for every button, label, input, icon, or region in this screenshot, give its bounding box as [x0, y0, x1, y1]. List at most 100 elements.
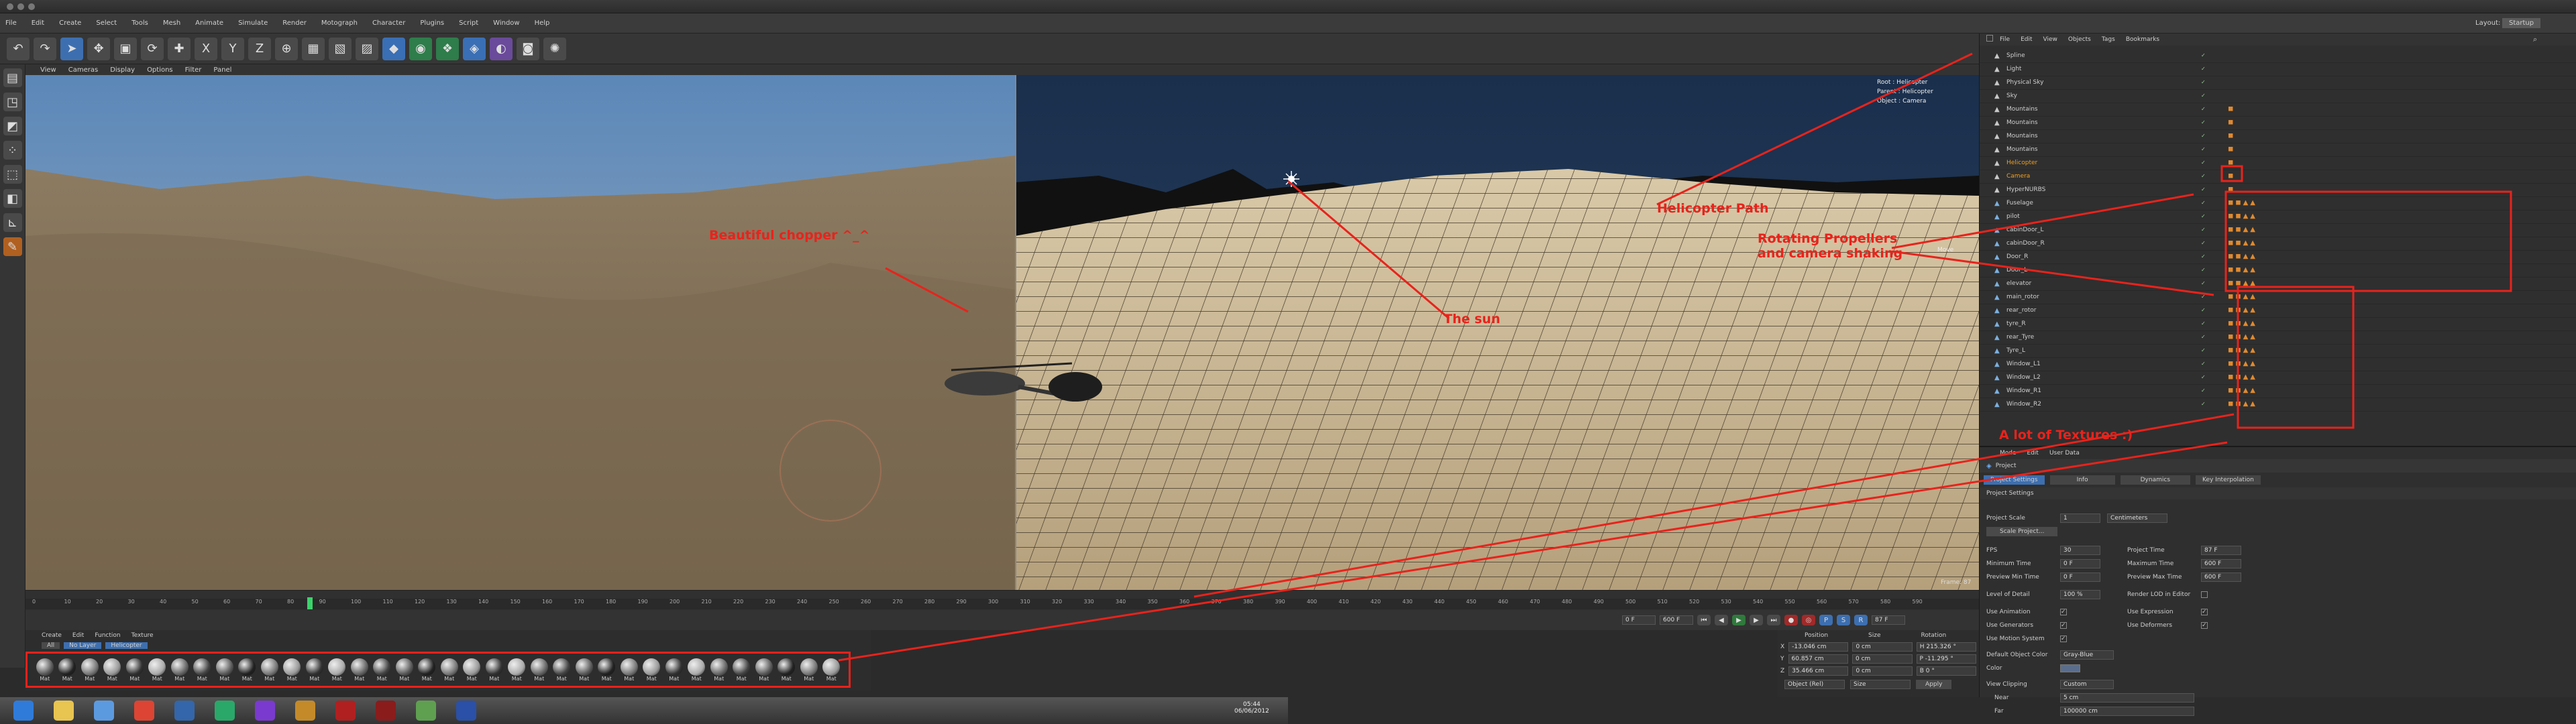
material-item[interactable]: Mat — [148, 658, 167, 682]
object-tags[interactable]: ◼◼▲▲ — [2228, 293, 2257, 300]
object-tags[interactable]: ◼◼▲▲ — [2228, 280, 2257, 287]
om-menu-tags[interactable]: Tags — [2102, 36, 2115, 43]
material-item[interactable]: Mat — [283, 658, 302, 682]
prev-frame-icon[interactable]: ◀ — [1715, 615, 1728, 625]
default-color-select[interactable]: Gray-Blue — [2060, 650, 2114, 660]
object-tags[interactable]: ◼ — [2228, 145, 2235, 153]
visibility-check-icon[interactable]: ✓ — [2201, 93, 2206, 99]
menu-edit[interactable]: Edit — [32, 19, 44, 27]
visibility-check-icon[interactable]: ✓ — [2201, 173, 2206, 179]
material-item[interactable]: Mat — [125, 658, 144, 682]
chrome-icon[interactable] — [134, 701, 154, 721]
object-tags[interactable]: ◼ — [2228, 159, 2235, 166]
z-axis-icon[interactable]: Z — [248, 37, 271, 60]
project-scale-unit[interactable]: Centimeters — [2107, 514, 2167, 523]
material-item[interactable]: Mat — [58, 658, 77, 682]
visibility-check-icon[interactable]: ✓ — [2201, 361, 2206, 367]
menu-file[interactable]: File — [5, 19, 17, 27]
app-lime-icon[interactable] — [416, 701, 436, 721]
visibility-check-icon[interactable]: ✓ — [2201, 133, 2206, 139]
object-tags[interactable]: ◼◼▲▲ — [2228, 333, 2257, 341]
object-tags[interactable]: ◼ — [2228, 132, 2235, 139]
last-frame-icon[interactable]: ⏭ — [1767, 615, 1780, 625]
coord-size-select[interactable]: Size — [1850, 680, 1911, 689]
material-item[interactable]: Mat — [328, 658, 347, 682]
coord-y-size[interactable]: 0 cm — [1852, 654, 1913, 664]
material-item[interactable]: Mat — [665, 658, 684, 682]
coord-z-rot[interactable]: B 0 ° — [1916, 666, 1977, 676]
layout-select[interactable]: Startup — [2502, 18, 2541, 28]
visibility-check-icon[interactable]: ✓ — [2201, 66, 2206, 72]
visibility-check-icon[interactable]: ✓ — [2201, 146, 2206, 152]
coord-y-rot[interactable]: P -11.295 ° — [1916, 654, 1976, 664]
menu-help[interactable]: Help — [535, 19, 550, 27]
mat-menu-edit[interactable]: Edit — [72, 632, 84, 639]
minimize-window-icon[interactable] — [17, 3, 24, 10]
redo-icon[interactable]: ↷ — [34, 37, 56, 60]
visibility-check-icon[interactable]: ✓ — [2201, 294, 2206, 300]
visibility-check-icon[interactable]: ✓ — [2201, 200, 2206, 206]
maximize-window-icon[interactable] — [28, 3, 35, 10]
object-tags[interactable]: ◼◼▲▲ — [2228, 306, 2257, 314]
om-menu-file[interactable]: File — [2000, 36, 2010, 43]
selection-icon[interactable]: ➤ — [60, 37, 83, 60]
object-tags[interactable]: ◼ — [2228, 105, 2235, 113]
object-row[interactable]: ▲ Sky ✓ — [1980, 90, 2576, 103]
texture-mode-icon[interactable]: ◩ — [3, 117, 22, 135]
material-item[interactable]: Mat — [440, 658, 459, 682]
object-tags[interactable]: ◼◼▲▲ — [2228, 239, 2257, 247]
render-view-icon[interactable]: ▦ — [302, 37, 325, 60]
object-row[interactable]: ▲ rear_Tyre ✓ ◼◼▲▲ — [1980, 331, 2576, 345]
material-item[interactable]: Mat — [36, 658, 54, 682]
visibility-check-icon[interactable]: ✓ — [2201, 267, 2206, 273]
object-tags[interactable]: ◼◼▲▲ — [2228, 253, 2257, 260]
om-expand-icon[interactable] — [1986, 35, 1993, 42]
object-tags[interactable]: ◼◼▲▲ — [2228, 387, 2257, 394]
use-deformers-checkbox[interactable]: ✓ — [2201, 622, 2208, 629]
deformer-icon[interactable]: ◈ — [463, 37, 486, 60]
menu-character[interactable]: Character — [372, 19, 405, 27]
material-item[interactable]: Mat — [215, 658, 234, 682]
object-row[interactable]: ▲ rear_rotor ✓ ◼◼▲▲ — [1980, 304, 2576, 318]
material-item[interactable]: Mat — [508, 658, 527, 682]
material-item[interactable]: Mat — [170, 658, 189, 682]
color-swatch[interactable] — [2060, 664, 2080, 672]
coord-x-size[interactable]: 0 cm — [1852, 642, 1913, 652]
material-item[interactable]: Mat — [103, 658, 122, 682]
render-picture-icon[interactable]: ▧ — [329, 37, 352, 60]
visibility-check-icon[interactable]: ✓ — [2201, 253, 2206, 259]
object-row[interactable]: ▲ Mountains ✓ ◼ — [1980, 130, 2576, 143]
object-tags[interactable]: ◼◼▲▲ — [2228, 347, 2257, 354]
om-menu-bookmarks[interactable]: Bookmarks — [2126, 36, 2159, 43]
mat-filter-all[interactable]: All — [42, 642, 60, 649]
material-item[interactable]: Mat — [373, 658, 392, 682]
om-menu-view[interactable]: View — [2043, 36, 2057, 43]
vp-menu-view[interactable]: View — [40, 66, 56, 74]
near-input[interactable]: 5 cm — [2060, 693, 2194, 703]
messenger-icon[interactable] — [174, 701, 195, 721]
mat-filter-helicopter[interactable]: Helicopter — [105, 642, 148, 649]
om-search-icon[interactable]: ⌕ — [2533, 35, 2537, 44]
material-item[interactable]: Mat — [755, 658, 773, 682]
view-clipping-select[interactable]: Custom — [2060, 680, 2114, 689]
start-icon[interactable] — [13, 701, 34, 721]
light-icon[interactable]: ✺ — [543, 37, 566, 60]
object-row[interactable]: ▲ cabinDoor_R ✓ ◼◼▲▲ — [1980, 237, 2576, 251]
om-menu-edit[interactable]: Edit — [2021, 36, 2032, 43]
timeline-ruler[interactable]: 0 10 20 30 40 50 60 70 80 90 100 110 120 130 140 150 160… — [25, 599, 1979, 609]
visibility-check-icon[interactable]: ✓ — [2201, 186, 2206, 192]
object-row[interactable]: ▲ Window_R2 ✓ ◼◼▲▲ — [1980, 398, 2576, 412]
object-row[interactable]: ▲ Window_L1 ✓ ◼◼▲▲ — [1980, 358, 2576, 371]
om-menu-objects[interactable]: Objects — [2068, 36, 2091, 43]
first-frame-icon[interactable]: ⏮ — [1697, 615, 1711, 625]
app-darkred-icon[interactable] — [376, 701, 396, 721]
vp-menu-filter[interactable]: Filter — [185, 66, 202, 74]
menu-animate[interactable]: Animate — [195, 19, 223, 27]
array-icon[interactable]: ❖ — [436, 37, 459, 60]
object-row[interactable]: ▲ Mountains ✓ ◼ — [1980, 117, 2576, 130]
visibility-check-icon[interactable]: ✓ — [2201, 307, 2206, 313]
x-axis-icon[interactable]: X — [195, 37, 217, 60]
object-row[interactable]: ▲ Spline ✓ — [1980, 50, 2576, 63]
visibility-check-icon[interactable]: ✓ — [2201, 374, 2206, 380]
material-item[interactable]: Mat — [485, 658, 504, 682]
